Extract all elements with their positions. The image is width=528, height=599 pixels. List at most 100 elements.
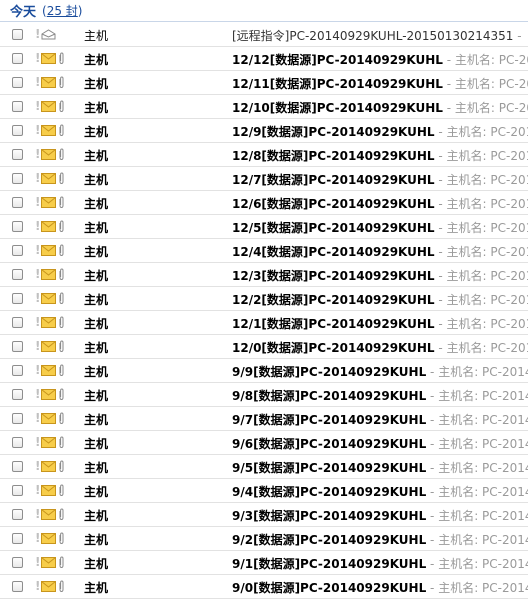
row-subject[interactable]: 9/5[数据源]PC-20140929KUHL - 主机名: PC-201409… <box>232 459 528 476</box>
mail-row[interactable]: ! 主机 9/8[数据源]PC-20140929KUHL - 主机名: PC-201… <box>0 383 528 407</box>
row-checkbox[interactable] <box>12 245 23 256</box>
row-checkbox[interactable] <box>12 101 23 112</box>
row-checkbox[interactable] <box>12 149 23 160</box>
row-subject[interactable]: 9/7[数据源]PC-20140929KUHL - 主机名: PC-201409… <box>232 411 528 428</box>
importance-flag-icon[interactable]: ! <box>35 291 40 305</box>
row-checkbox[interactable] <box>12 125 23 136</box>
row-subject[interactable]: 12/11[数据源]PC-20140929KUHL - 主机名: PC-2014… <box>232 75 528 92</box>
row-sender[interactable]: 主机 <box>84 51 108 68</box>
importance-flag-icon[interactable]: ! <box>35 411 40 425</box>
importance-flag-icon[interactable]: ! <box>35 363 40 377</box>
row-checkbox[interactable] <box>12 173 23 184</box>
importance-flag-icon[interactable]: ! <box>35 339 40 353</box>
mail-row[interactable]: ! 主机 9/5[数据源]PC-20140929KUHL - 主机名: PC-201… <box>0 455 528 479</box>
row-sender[interactable]: 主机 <box>84 219 108 236</box>
mail-row[interactable]: ! 主机 12/2[数据源]PC-20140929KUHL - 主机名: PC-20… <box>0 287 528 311</box>
row-subject[interactable]: 9/8[数据源]PC-20140929KUHL - 主机名: PC-201409… <box>232 387 528 404</box>
importance-flag-icon[interactable]: ! <box>35 243 40 257</box>
row-checkbox[interactable] <box>12 77 23 88</box>
row-subject[interactable]: 9/6[数据源]PC-20140929KUHL - 主机名: PC-201409… <box>232 435 528 452</box>
importance-flag-icon[interactable]: ! <box>35 459 40 473</box>
row-subject[interactable]: 12/7[数据源]PC-20140929KUHL - 主机名: PC-20140… <box>232 171 528 188</box>
importance-flag-icon[interactable]: ! <box>35 171 40 185</box>
row-checkbox[interactable] <box>12 341 23 352</box>
row-subject[interactable]: 9/0[数据源]PC-20140929KUHL - 主机名: PC-201409… <box>232 579 528 596</box>
mail-row[interactable]: ! 主机 12/12[数据源]PC-20140929KUHL - 主机名: PC-2… <box>0 47 528 71</box>
group-count-link[interactable]: 25 封 <box>47 4 78 18</box>
importance-flag-icon[interactable]: ! <box>35 435 40 449</box>
importance-flag-icon[interactable]: ! <box>35 27 40 41</box>
row-subject[interactable]: 9/3[数据源]PC-20140929KUHL - 主机名: PC-201409… <box>232 507 528 524</box>
mail-row[interactable]: ! 主机 9/6[数据源]PC-20140929KUHL - 主机名: PC-201… <box>0 431 528 455</box>
mail-row[interactable]: ! 主机 [远程指令]PC-20140929KUHL-20150130214351 … <box>0 23 528 47</box>
importance-flag-icon[interactable]: ! <box>35 147 40 161</box>
row-sender[interactable]: 主机 <box>84 483 108 500</box>
row-sender[interactable]: 主机 <box>84 339 108 356</box>
row-checkbox[interactable] <box>12 437 23 448</box>
importance-flag-icon[interactable]: ! <box>35 267 40 281</box>
mail-row[interactable]: ! 主机 12/8[数据源]PC-20140929KUHL - 主机名: PC-20… <box>0 143 528 167</box>
mail-row[interactable]: ! 主机 12/0[数据源]PC-20140929KUHL - 主机名: PC-20… <box>0 335 528 359</box>
row-subject[interactable]: 9/9[数据源]PC-20140929KUHL - 主机名: PC-201409… <box>232 363 528 380</box>
row-sender[interactable]: 主机 <box>84 267 108 284</box>
importance-flag-icon[interactable]: ! <box>35 315 40 329</box>
row-sender[interactable]: 主机 <box>84 291 108 308</box>
row-checkbox[interactable] <box>12 533 23 544</box>
importance-flag-icon[interactable]: ! <box>35 531 40 545</box>
mail-row[interactable]: ! 主机 9/1[数据源]PC-20140929KUHL - 主机名: PC-201… <box>0 551 528 575</box>
row-checkbox[interactable] <box>12 581 23 592</box>
row-subject[interactable]: 12/0[数据源]PC-20140929KUHL - 主机名: PC-20140… <box>232 339 528 356</box>
row-sender[interactable]: 主机 <box>84 147 108 164</box>
mail-row[interactable]: ! 主机 9/9[数据源]PC-20140929KUHL - 主机名: PC-201… <box>0 359 528 383</box>
row-checkbox[interactable] <box>12 269 23 280</box>
row-sender[interactable]: 主机 <box>84 387 108 404</box>
mail-row[interactable]: ! 主机 12/10[数据源]PC-20140929KUHL - 主机名: PC-2… <box>0 95 528 119</box>
row-subject[interactable]: 12/6[数据源]PC-20140929KUHL - 主机名: PC-20140… <box>232 195 528 212</box>
row-sender[interactable]: 主机 <box>84 411 108 428</box>
row-checkbox[interactable] <box>12 461 23 472</box>
row-subject[interactable]: 12/9[数据源]PC-20140929KUHL - 主机名: PC-20140… <box>232 123 528 140</box>
importance-flag-icon[interactable]: ! <box>35 483 40 497</box>
importance-flag-icon[interactable]: ! <box>35 123 40 137</box>
row-subject[interactable]: 12/12[数据源]PC-20140929KUHL - 主机名: PC-2014… <box>232 51 528 68</box>
mail-row[interactable]: ! 主机 9/2[数据源]PC-20140929KUHL - 主机名: PC-201… <box>0 527 528 551</box>
row-sender[interactable]: 主机 <box>84 195 108 212</box>
row-subject[interactable]: 9/1[数据源]PC-20140929KUHL - 主机名: PC-201409… <box>232 555 528 572</box>
mail-row[interactable]: ! 主机 9/4[数据源]PC-20140929KUHL - 主机名: PC-201… <box>0 479 528 503</box>
mail-row[interactable]: ! 主机 12/1[数据源]PC-20140929KUHL - 主机名: PC-20… <box>0 311 528 335</box>
row-checkbox[interactable] <box>12 509 23 520</box>
row-sender[interactable]: 主机 <box>84 123 108 140</box>
row-checkbox[interactable] <box>12 29 23 40</box>
mail-row[interactable]: ! 主机 9/0[数据源]PC-20140929KUHL - 主机名: PC-201… <box>0 575 528 599</box>
importance-flag-icon[interactable]: ! <box>35 195 40 209</box>
row-subject[interactable]: 12/1[数据源]PC-20140929KUHL - 主机名: PC-20140… <box>232 315 528 332</box>
importance-flag-icon[interactable]: ! <box>35 51 40 65</box>
mail-row[interactable]: ! 主机 12/9[数据源]PC-20140929KUHL - 主机名: PC-20… <box>0 119 528 143</box>
importance-flag-icon[interactable]: ! <box>35 555 40 569</box>
row-subject[interactable]: 12/3[数据源]PC-20140929KUHL - 主机名: PC-20140… <box>232 267 528 284</box>
importance-flag-icon[interactable]: ! <box>35 387 40 401</box>
row-sender[interactable]: 主机 <box>84 171 108 188</box>
row-subject[interactable]: 9/4[数据源]PC-20140929KUHL - 主机名: PC-201409… <box>232 483 528 500</box>
mail-row[interactable]: ! 主机 12/7[数据源]PC-20140929KUHL - 主机名: PC-20… <box>0 167 528 191</box>
importance-flag-icon[interactable]: ! <box>35 75 40 89</box>
row-sender[interactable]: 主机 <box>84 435 108 452</box>
mail-row[interactable]: ! 主机 9/7[数据源]PC-20140929KUHL - 主机名: PC-201… <box>0 407 528 431</box>
row-checkbox[interactable] <box>12 365 23 376</box>
row-sender[interactable]: 主机 <box>84 243 108 260</box>
row-sender[interactable]: 主机 <box>84 531 108 548</box>
row-subject[interactable]: 12/8[数据源]PC-20140929KUHL - 主机名: PC-20140… <box>232 147 528 164</box>
row-sender[interactable]: 主机 <box>84 459 108 476</box>
importance-flag-icon[interactable]: ! <box>35 579 40 593</box>
mail-row[interactable]: ! 主机 12/3[数据源]PC-20140929KUHL - 主机名: PC-20… <box>0 263 528 287</box>
mail-row[interactable]: ! 主机 12/11[数据源]PC-20140929KUHL - 主机名: PC-2… <box>0 71 528 95</box>
row-checkbox[interactable] <box>12 293 23 304</box>
row-checkbox[interactable] <box>12 197 23 208</box>
row-checkbox[interactable] <box>12 557 23 568</box>
row-checkbox[interactable] <box>12 53 23 64</box>
row-sender[interactable]: 主机 <box>84 27 108 44</box>
row-sender[interactable]: 主机 <box>84 579 108 596</box>
row-subject[interactable]: [远程指令]PC-20140929KUHL-20150130214351 - <box>232 27 522 44</box>
row-checkbox[interactable] <box>12 413 23 424</box>
row-sender[interactable]: 主机 <box>84 99 108 116</box>
